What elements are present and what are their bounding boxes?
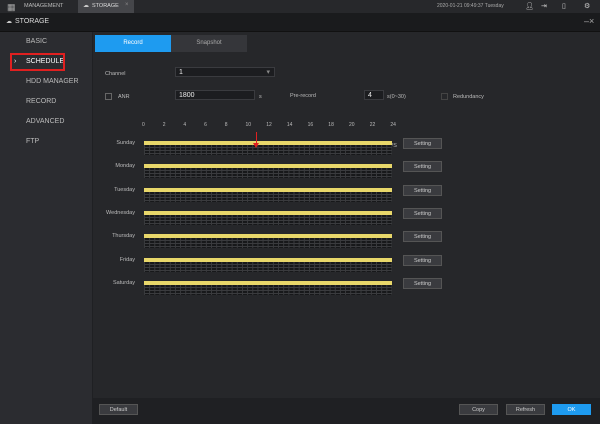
schedule-row-friday[interactable] (144, 257, 392, 272)
minimize-close-icon[interactable]: –× (584, 16, 594, 26)
tab-snapshot[interactable]: Snapshot (171, 35, 247, 52)
schedule-row-tuesday[interactable] (144, 187, 392, 202)
management-tab[interactable]: MANAGEMENT (24, 3, 63, 9)
hour-tick-label: 14 (286, 122, 293, 128)
hour-tick-label: 6 (204, 122, 207, 128)
logout-icon[interactable]: ⇥ (541, 2, 547, 10)
md-record-bar (144, 187, 392, 192)
setting-button[interactable]: Setting (403, 184, 442, 196)
md-record-bar (144, 141, 392, 145)
day-label: Saturday (112, 279, 135, 286)
md-record-bar (144, 234, 392, 239)
datetime: 2020-01-21 09:49:37 Tuesday (437, 3, 504, 9)
sidebar-item-hdd-manager[interactable]: HDD MANAGER (0, 72, 92, 92)
md-record-bar (144, 280, 392, 285)
close-icon[interactable]: × (125, 2, 129, 8)
sidebar-item-basic[interactable]: BASIC (0, 32, 92, 52)
setting-button[interactable]: Setting (403, 138, 442, 149)
settings-icon[interactable]: ⚙ (584, 2, 590, 10)
hour-tick-label: 16 (307, 122, 314, 128)
schedule-row-thursday[interactable] (144, 234, 392, 249)
hour-tick-label: 20 (349, 122, 355, 128)
anr-checkbox[interactable] (105, 93, 112, 100)
storage-icon: ☁ (6, 19, 12, 25)
day-label: Wednesday (106, 209, 135, 216)
ok-button[interactable]: OK (552, 404, 591, 415)
hour-tick-label: 18 (328, 122, 334, 128)
sidebar: BASIC › SCHEDULE HDD MANAGER RECORD ADVAN… (0, 32, 92, 424)
sidebar-item-advanced[interactable]: ADVANCED (0, 112, 92, 132)
hour-tick-label: 2 (162, 122, 166, 128)
prerecord-label: Pre-record (290, 93, 316, 99)
channel-select[interactable]: 1 ▾ (175, 67, 275, 77)
md-record-bar (144, 257, 392, 262)
monitor-icon[interactable]: ▯ (562, 2, 566, 10)
setting-button[interactable]: Setting (403, 207, 442, 219)
hour-tick-label: 12 (266, 122, 272, 128)
redundancy-checkbox[interactable] (441, 93, 448, 100)
schedule-row-monday[interactable] (144, 164, 392, 179)
schedule-row-wednesday[interactable] (144, 210, 392, 225)
sidebar-item-record[interactable]: RECORD (0, 92, 92, 112)
grid-icon[interactable]: ▦ (7, 2, 16, 13)
hour-tick-label: 8 (224, 122, 228, 128)
hour-tick-label: 10 (245, 122, 252, 128)
sidebar-item-ftp[interactable]: FTP (0, 132, 92, 152)
storage-icon: ☁ (83, 3, 89, 9)
redundancy-label: Redundancy (453, 94, 484, 100)
anr-input[interactable]: 1800 (175, 90, 255, 100)
day-label: Sunday (116, 140, 135, 146)
arrow-head-icon (253, 143, 259, 148)
highlight-box (10, 53, 65, 71)
setting-button[interactable]: Setting (403, 277, 442, 289)
schedule-row-saturday[interactable] (144, 280, 392, 295)
chevron-down-icon: ▾ (266, 69, 270, 76)
storage-tab[interactable]: ☁ STORAGE × (78, 0, 134, 13)
hour-tick-label: 4 (183, 122, 187, 128)
window-title-bar: ☁ STORAGE –× (0, 13, 600, 32)
hour-tick-label: 0 (142, 122, 145, 128)
setting-button[interactable]: Setting (403, 254, 442, 266)
prerecord-input[interactable]: 4 (364, 90, 384, 100)
setting-button[interactable]: Setting (403, 231, 442, 243)
default-button[interactable]: Default (99, 404, 138, 415)
tab-record[interactable]: Record (95, 35, 171, 52)
day-label: Monday (115, 163, 135, 170)
md-record-bar (144, 164, 392, 169)
user-icon[interactable]: 👤︎ (525, 2, 534, 10)
hour-tick-label: 22 (369, 122, 376, 128)
window-title: STORAGE (15, 18, 50, 25)
day-label: Thursday (112, 233, 135, 240)
main-panel: Record Snapshot Channel 1 ▾ ANR 1800 s Pr… (93, 32, 600, 424)
channel-label: Channel (105, 71, 126, 77)
hour-tick-label: 24 (390, 122, 396, 128)
md-record-bar (144, 210, 392, 215)
setting-button[interactable]: Setting (403, 161, 442, 173)
schedule-row-sunday[interactable] (144, 141, 392, 155)
copy-button[interactable]: Copy (459, 404, 498, 415)
day-label: Tuesday (114, 186, 135, 193)
top-bar: ▦ MANAGEMENT ☁ STORAGE × 2020-01-21 09:4… (0, 0, 600, 13)
anr-label: ANR (118, 94, 130, 100)
refresh-button[interactable]: Refresh (506, 404, 545, 415)
day-label: Friday (119, 256, 135, 263)
